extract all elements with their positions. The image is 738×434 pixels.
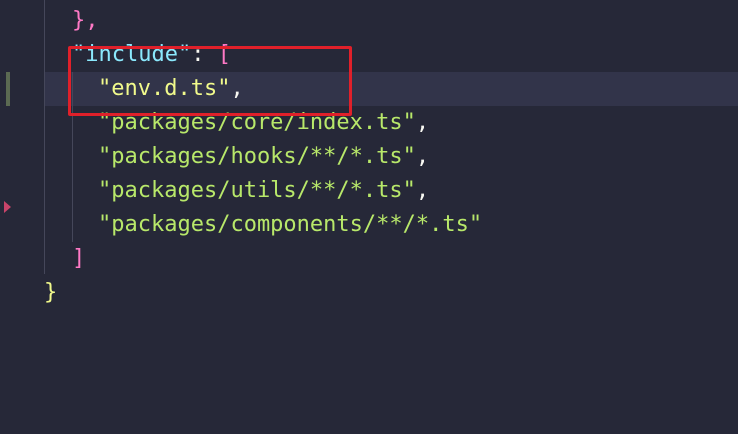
code-token: , xyxy=(415,110,430,135)
code-token: , xyxy=(415,144,430,169)
editor-gutter xyxy=(0,0,14,434)
code-token: "packages/hooks/**/*.ts" xyxy=(98,144,416,169)
indent-guide xyxy=(44,0,45,274)
code-token: ] xyxy=(72,246,86,271)
code-line[interactable]: } xyxy=(44,276,57,310)
code-token: "packages/components/**/*.ts" xyxy=(98,212,483,237)
annotation-highlight-box xyxy=(68,46,352,116)
code-line[interactable]: "packages/utils/**/*.ts", xyxy=(98,174,429,208)
code-line[interactable]: "packages/components/**/*.ts" xyxy=(98,208,482,242)
code-editor[interactable]: }, "include": ["env.d.ts", "packages/core/… xyxy=(0,0,738,434)
code-line[interactable]: ] xyxy=(72,242,85,276)
code-token: , xyxy=(415,178,430,203)
code-token: "packages/utils/**/*.ts" xyxy=(98,178,416,203)
code-token: }, xyxy=(72,8,99,33)
modified-line-indicator xyxy=(6,72,10,106)
code-line[interactable]: }, xyxy=(72,4,99,38)
code-line[interactable]: "packages/hooks/**/*.ts", xyxy=(98,140,429,174)
fold-arrow-icon[interactable] xyxy=(4,201,11,213)
code-token: } xyxy=(44,280,58,305)
